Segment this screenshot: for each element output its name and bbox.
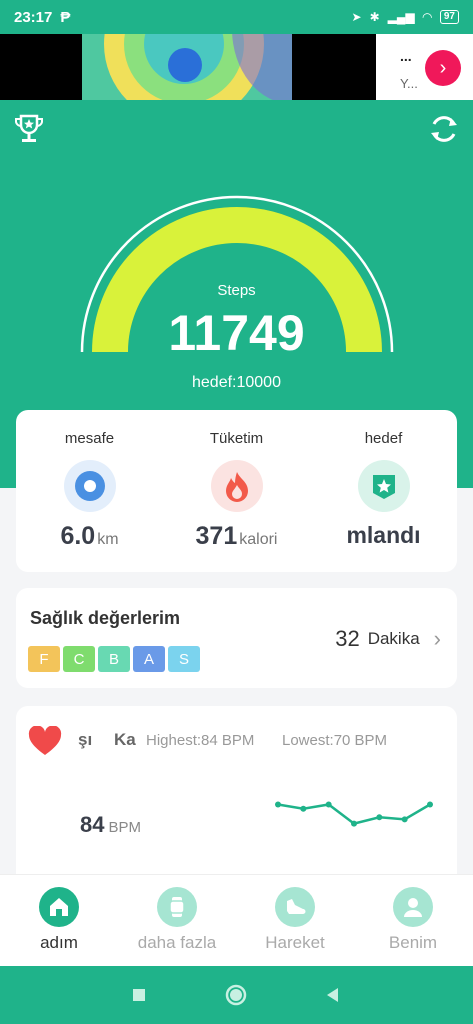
tab-more-label: daha fazla [137,933,217,952]
health-title: Sağlık değerlerim [30,608,181,628]
heart-rate-point [401,816,408,823]
stat-calories-value: 371 [195,522,238,550]
ad-panel[interactable]: ... Y... › [376,34,473,100]
stat-distance-label: mesafe [64,430,115,447]
tab-profile[interactable]: Benim [354,875,472,967]
signal-icon: ▂▄▆ [387,10,415,24]
chevron-right-icon: › [433,626,441,651]
tab-profile-label: Benim [388,933,438,952]
star-badge-icon [358,460,410,512]
heart-icon [28,726,62,755]
bpm-value: 84 [80,812,105,837]
health-minutes[interactable]: 32 Dakika › [335,626,441,652]
steps-goal: hedef:10000 [192,374,281,391]
battery-icon: 97 [439,10,459,24]
home-icon [39,887,79,927]
health-values-card[interactable]: Sağlık değerlerim F C B A S 32 Dakika › [16,588,457,688]
heart-title-part1: şı [78,730,93,749]
stats-card: mesafe 6.0 km Tüketim 371 kalori hedef mla… [16,410,457,572]
stat-distance-value: 6.0 [60,522,96,550]
status-bar: 23:17 ₱ ➤ ✱ ▂▄▆ ◠ 97 [0,0,473,34]
heart-rate-point [325,801,332,808]
flame-icon [211,460,263,512]
ad-title: ... [400,48,412,64]
stat-calories-label: Tüketim [209,430,264,447]
system-navigation-bar [0,966,473,1024]
heart-rate-point [427,801,433,808]
ad-image[interactable] [82,34,292,100]
stat-distance[interactable]: mesafe 6.0 km [16,410,163,572]
heart-lowest: Lowest:70 BPM [282,732,388,749]
location-status-icon: ➤ [351,10,362,24]
heart-rate-point [300,805,307,812]
stat-calories-unit: kalori [239,531,278,548]
grade-s: S [168,646,200,672]
steps-value: 11749 [168,305,305,361]
heart-rate-point [275,801,281,808]
stat-goal[interactable]: hedef mlandı [310,410,457,572]
notification-icon: ₱ [60,8,71,26]
trophy-icon[interactable] [12,112,46,146]
location-icon [64,460,116,512]
stat-goal-value: mlandı [346,522,421,548]
heart-title-part2: Ka [114,730,136,749]
stat-calories[interactable]: Tüketim 371 kalori [163,410,310,572]
tab-step-label: adım [40,933,78,952]
grade-b: B [98,646,130,672]
grade-f: F [28,646,60,672]
heart-rate-card[interactable]: şı Ka Highest:84 BPM Lowest:70 BPM 84 BPM [16,706,457,876]
bluetooth-icon: ✱ [369,10,380,24]
grade-c: C [63,646,95,672]
minutes-label: Dakika [367,629,420,648]
profile-icon [393,887,433,927]
watch-icon [157,887,197,927]
bottom-tab-bar: adım daha fazla Hareket Benim [0,874,473,966]
heart-rate-sparkline [275,801,433,827]
wifi-icon: ◠ [422,10,432,24]
tab-activity-label: Hareket [265,933,325,952]
ad-banner[interactable]: ... Y... › [0,34,473,100]
minutes-value: 32 [335,626,360,651]
steps-label: Steps [217,282,256,299]
stat-distance-unit: km [97,531,119,548]
heart-highest: Highest:84 BPM [146,732,255,749]
tab-step[interactable]: adım [0,875,118,967]
recents-icon[interactable] [128,984,150,1006]
bpm-unit: BPM [108,819,141,836]
tab-activity[interactable]: Hareket [236,875,354,967]
shoe-icon [275,887,315,927]
heart-rate-point [351,820,357,827]
sync-icon[interactable] [427,112,461,146]
grade-a: A [133,646,165,672]
tab-more[interactable]: daha fazla [118,875,236,967]
back-icon[interactable] [322,984,344,1006]
heart-rate-point [376,814,383,821]
stat-goal-label: hedef [364,430,403,447]
status-time: 23:17 [14,8,53,26]
ad-open-button[interactable]: › [425,50,461,86]
home-button-icon[interactable] [225,984,247,1006]
ad-text: Y... [400,76,418,91]
health-grades: F C B A S [28,646,200,672]
